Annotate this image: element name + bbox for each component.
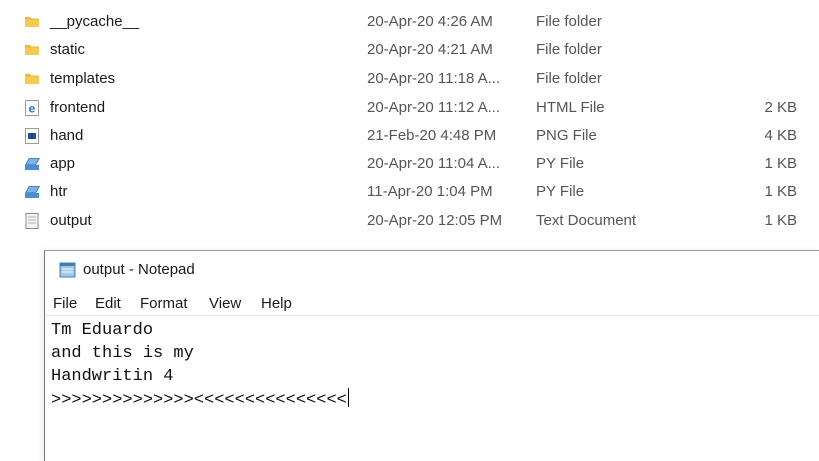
file-name: frontend: [50, 99, 106, 116]
text-line: and this is my: [51, 344, 194, 363]
file-type: File folder: [536, 13, 602, 30]
file-date: 20-Apr-20 11:18 A...: [367, 70, 501, 87]
file-row-templates[interactable]: templates 20-Apr-20 11:18 A... File fold…: [0, 65, 819, 93]
notepad-icon: [59, 262, 76, 278]
file-row-pycache[interactable]: __pycache__ 20-Apr-20 4:26 AM File folde…: [0, 8, 819, 36]
text-file-icon: [25, 213, 39, 229]
folder-icon: [25, 45, 39, 55]
file-size: 1 KB: [764, 155, 797, 172]
image-file-icon: [25, 128, 39, 144]
notepad-title-bar[interactable]: output - Notepad: [45, 251, 819, 289]
file-type: Text Document: [536, 212, 637, 229]
file-size: 1 KB: [764, 212, 797, 229]
file-name: hand: [50, 127, 84, 144]
file-explorer-list: __pycache__ 20-Apr-20 4:26 AM File folde…: [0, 0, 819, 240]
svg-text:e: e: [29, 102, 36, 116]
text-caret: [347, 388, 349, 407]
folder-icon: [25, 17, 39, 27]
text-line: Handwritin 4: [51, 367, 174, 386]
text-line: Tm Eduardo: [51, 321, 154, 340]
file-date: 20-Apr-20 12:05 PM: [367, 212, 503, 229]
window-title: output - Notepad: [83, 261, 195, 278]
file-size: 1 KB: [764, 183, 797, 200]
file-row-output[interactable]: output 20-Apr-20 12:05 PM Text Document …: [0, 207, 819, 235]
file-row-static[interactable]: static 20-Apr-20 4:21 AM File folder: [0, 36, 819, 64]
folder-icon: [25, 74, 39, 84]
menu-view[interactable]: View: [209, 295, 241, 312]
file-name: static: [50, 41, 86, 58]
file-date: 20-Apr-20 4:26 AM: [367, 13, 493, 30]
file-date: 21-Feb-20 4:48 PM: [367, 127, 497, 144]
menu-format[interactable]: Format: [140, 295, 188, 312]
menu-bar: File Edit Format View Help: [45, 293, 819, 316]
file-type: PY File: [536, 155, 585, 172]
file-name: app: [50, 155, 76, 172]
file-type: HTML File: [536, 99, 605, 116]
file-date: 11-Apr-20 1:04 PM: [367, 183, 493, 200]
menu-file[interactable]: File: [53, 295, 77, 312]
file-name: __pycache__: [50, 13, 140, 30]
file-type: PY File: [536, 183, 585, 200]
file-name: htr: [50, 183, 68, 200]
text-line-last: >>>>>>>>>>>>>><<<<<<<<<<<<<<<: [51, 388, 811, 412]
file-type: PNG File: [536, 127, 597, 144]
file-row-frontend[interactable]: e frontend 20-Apr-20 11:12 A... HTML Fil…: [0, 94, 819, 122]
file-type: File folder: [536, 41, 602, 58]
file-date: 20-Apr-20 4:21 AM: [367, 41, 493, 58]
file-size: 2 KB: [764, 99, 797, 116]
file-row-htr[interactable]: htr 11-Apr-20 1:04 PM PY File 1 KB: [0, 178, 819, 206]
file-date: 20-Apr-20 11:12 A...: [367, 99, 501, 116]
file-row-app[interactable]: app 20-Apr-20 11:04 A... PY File 1 KB: [0, 150, 819, 178]
file-date: 20-Apr-20 11:04 A...: [367, 155, 501, 172]
python-file-icon: [24, 158, 41, 170]
menu-help[interactable]: Help: [261, 295, 292, 312]
edge-html-icon: e: [25, 100, 39, 116]
text-editor-area[interactable]: Tm Eduardo and this is my Handwritin 4 >>>>…: [51, 319, 811, 459]
file-size: 4 KB: [764, 127, 797, 144]
file-name: output: [50, 212, 92, 229]
menu-edit[interactable]: Edit: [95, 295, 121, 312]
text-line: >>>>>>>>>>>>>><<<<<<<<<<<<<<<: [51, 391, 347, 410]
file-row-hand[interactable]: hand 21-Feb-20 4:48 PM PNG File 4 KB: [0, 122, 819, 150]
notepad-window: output - Notepad File Edit Format View H…: [44, 250, 819, 461]
file-type: File folder: [536, 70, 602, 87]
python-file-icon: [24, 186, 41, 198]
file-name: templates: [50, 70, 116, 87]
